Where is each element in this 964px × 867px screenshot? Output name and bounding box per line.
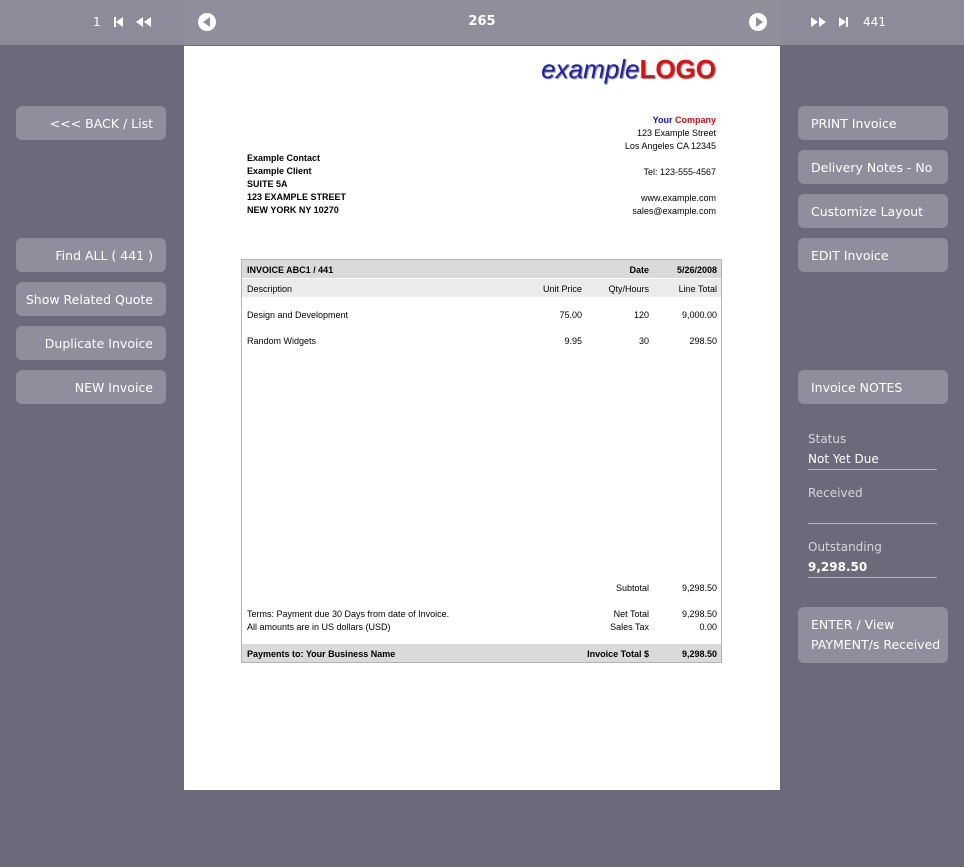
new-invoice-button[interactable]: NEW Invoice — [16, 370, 166, 404]
received-field[interactable] — [808, 506, 937, 524]
table-row: Design and Development 75.00 120 9,000.0… — [247, 310, 717, 320]
record-number: 265 — [468, 14, 496, 29]
invoice-document: exampleLOGO Your Company 123 Example Str… — [184, 46, 780, 790]
received-label: Received — [808, 486, 863, 500]
invoice-notes-button[interactable]: Invoice NOTES — [798, 370, 948, 404]
outstanding-label: Outstanding — [808, 540, 882, 554]
delivery-notes-button[interactable]: Delivery Notes - No — [798, 150, 948, 184]
date-label: Date — [629, 265, 649, 275]
invoice-date: 5/26/2008 — [676, 265, 717, 275]
invoice-header-row: INVOICE ABC1 / 441 Date 5/26/2008 — [242, 260, 721, 278]
invoice-table: INVOICE ABC1 / 441 Date 5/26/2008 Descri… — [241, 259, 722, 663]
edit-invoice-button[interactable]: EDIT Invoice — [798, 238, 948, 272]
find-all-button[interactable]: Find ALL ( 441 ) — [16, 238, 166, 272]
invoice-number: INVOICE ABC1 / 441 — [247, 265, 334, 275]
back-to-list-button[interactable]: <<< BACK / List — [16, 106, 166, 140]
company-city: Los Angeles CA 12345 — [624, 141, 716, 151]
company-street: 123 Example Street — [636, 128, 716, 138]
currency-note: All amounts are in US dollars (USD) — [247, 622, 391, 632]
company-tel: Tel: 123-555-4567 — [643, 167, 716, 177]
column-header-row: Description Unit Price Qty/Hours Line To… — [242, 279, 721, 297]
customize-layout-button[interactable]: Customize Layout — [798, 194, 948, 228]
first-record-icon[interactable] — [114, 15, 123, 29]
first-record-number: 1 — [93, 15, 101, 29]
company-email: sales@example.com — [632, 206, 716, 216]
last-record-icon[interactable] — [839, 15, 848, 29]
top-nav-left — [0, 0, 184, 45]
company-logo: exampleLOGO — [541, 54, 716, 84]
status-field[interactable]: Not Yet Due — [808, 452, 937, 470]
payments-to: Payments to: Your Business Name — [247, 649, 396, 659]
company-heading: Your Company — [652, 115, 716, 125]
duplicate-invoice-button[interactable]: Duplicate Invoice — [16, 326, 166, 360]
outstanding-field[interactable]: 9,298.50 — [808, 560, 937, 578]
company-web: www.example.com — [640, 193, 716, 203]
fast-forward-icon[interactable] — [811, 15, 826, 29]
invoice-total: 9,298.50 — [681, 649, 717, 659]
table-row: Random Widgets 9.95 30 298.50 — [247, 336, 717, 346]
show-related-quote-button[interactable]: Show Related Quote — [16, 282, 166, 316]
enter-payment-button[interactable]: ENTER / View PAYMENT/s Received — [798, 607, 948, 663]
total-records: 441 — [863, 15, 886, 29]
next-record-icon[interactable] — [749, 13, 767, 31]
status-label: Status — [808, 432, 847, 446]
subtotal-row: Subtotal 9,298.50 — [615, 583, 717, 593]
sales-tax-row: All amounts are in US dollars (USD) Sale… — [247, 622, 717, 632]
client-address: Example Contact Example Client SUITE 5A … — [247, 153, 347, 215]
invoice-total-row: Payments to: Your Business Name Invoice … — [242, 644, 721, 662]
rewind-icon[interactable] — [136, 15, 151, 29]
print-invoice-button[interactable]: PRINT Invoice — [798, 106, 948, 140]
